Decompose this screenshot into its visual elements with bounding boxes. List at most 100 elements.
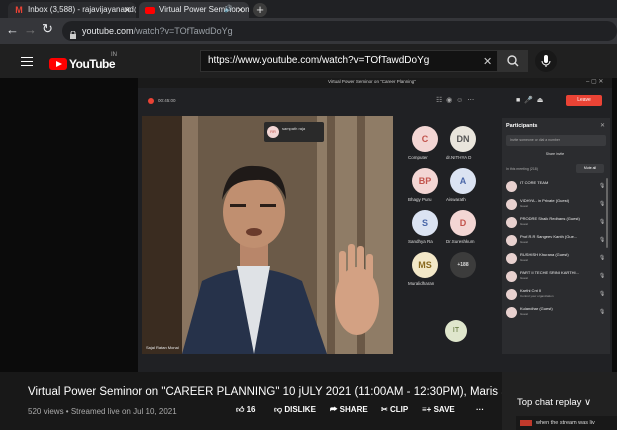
tile-name: Muralidharan (408, 281, 435, 286)
panel-scrollbar[interactable] (606, 178, 608, 248)
clip-button[interactable]: ✂ CLIP (381, 405, 408, 414)
youtube-icon (145, 5, 155, 15)
forward-icon[interactable]: → (24, 22, 37, 37)
voice-search-button[interactable] (535, 50, 557, 72)
tab-gmail[interactable]: M Inbox (3,588) - rajavijayanand@g ✕ (8, 2, 136, 18)
mic-icon: 🎙 (599, 273, 606, 279)
like-button[interactable]: 👍︎ 16 (236, 405, 256, 415)
more-actions-button[interactable]: ··· (476, 405, 484, 414)
share-icon: ⮫ (330, 405, 340, 414)
participant-row[interactable]: VIDHYA - in Private (Guest) Guest 🎙 (502, 196, 610, 212)
mic-icon: 🎙 (599, 183, 606, 189)
youtube-header: YouTube IN https://www.youtube.com/watch… (0, 44, 617, 78)
participant-row[interactable]: PART II TECHE SRINI KARTHI... Guest 🎙 (502, 268, 610, 284)
share-button[interactable]: ⮫ SHARE (330, 405, 368, 415)
meeting-toolbar-icons[interactable]: ☷ ◉ ☺ ⋯ (436, 96, 474, 104)
avatar (506, 235, 517, 246)
tile-name: Bhagy Puru (408, 197, 432, 202)
media-controls[interactable]: ■ 🎤 ⏏ (516, 96, 543, 104)
leave-button[interactable]: Leave (566, 95, 602, 106)
chat-mode-selector[interactable]: Top chat replay ∨ (517, 397, 591, 408)
invite-search-input[interactable]: Invite someone or dial a number (506, 135, 606, 146)
speaker-scene (142, 116, 393, 354)
url-text[interactable]: youtube.com/watch?v=TOfTawdDoYg (82, 21, 233, 41)
participant-tile-2[interactable]: BP (412, 168, 438, 194)
tab-youtube[interactable]: Virtual Power Seminor on "C 🔊 ✕ (139, 2, 249, 18)
avatar (506, 199, 517, 210)
tile-name: Sandhya Ra (408, 239, 433, 244)
participant-row[interactable]: Karthi Cnt II Control your organization 🎙 (502, 286, 610, 302)
tile-name: Aiswarath (446, 197, 466, 202)
clear-search-icon[interactable]: ✕ (483, 55, 492, 68)
avatar (506, 271, 517, 282)
video-player[interactable]: Virtual Power Seminor on "Career Plannin… (0, 78, 617, 372)
participant-tile-6[interactable]: MS (412, 252, 438, 278)
participant-tile-3[interactable]: A (450, 168, 476, 194)
share-invite-button[interactable]: Share invite (532, 150, 578, 159)
participant-tile-5[interactable]: D (450, 210, 476, 236)
video-title: Virtual Power Seminor on "CAREER PLANNIN… (28, 386, 576, 398)
url-host: youtube.com (82, 26, 134, 36)
recording-icon (148, 98, 154, 104)
participant-tile-1[interactable]: DN (450, 126, 476, 152)
window-controls[interactable]: – ▢ ✕ (586, 78, 603, 85)
mic-icon: 🎙 (599, 219, 606, 225)
avatar (506, 181, 517, 192)
participant-tile-4[interactable]: S (412, 210, 438, 236)
dislike-button[interactable]: 👎︎ DISLIKE (274, 405, 316, 415)
search-input[interactable]: https://www.youtube.com/watch?v=TOfTawdD… (208, 51, 429, 71)
participant-row[interactable]: Kulandhar (Guest) Guest 🎙 (502, 304, 610, 320)
invite-search-placeholder: Invite someone or dial a number (510, 138, 560, 142)
tile-name: Computer (408, 155, 428, 160)
chat-message: when the stream was liv (516, 416, 617, 430)
mute-all-button[interactable]: Mute all (576, 164, 604, 173)
tile-name: dr.NITHYA D (446, 155, 472, 160)
chat-replay: Top chat replay ∨ when the stream was li… (502, 372, 617, 430)
playlist-add-icon: ≡+ (422, 405, 434, 414)
speaker-video: RR sampath raja Sajal Ratan Monal (142, 116, 393, 354)
tab-strip: M Inbox (3,588) - rajavijayanand@g ✕ Vir… (0, 0, 617, 18)
menu-icon[interactable] (21, 54, 33, 69)
avatar (506, 307, 517, 318)
url-path: /watch?v=TOfTawdDoYg (133, 26, 233, 36)
gmail-icon: M (15, 5, 23, 15)
youtube-wordmark: YouTube (69, 56, 116, 71)
avatar (506, 253, 517, 264)
address-bar[interactable]: youtube.com/watch?v=TOfTawdDoYg (62, 21, 617, 41)
youtube-logo[interactable]: YouTube IN (49, 52, 117, 73)
close-panel-icon[interactable]: ✕ (600, 122, 605, 129)
new-tab-button[interactable]: + (253, 3, 267, 17)
tab-label: Inbox (3,588) - rajavijayanand@g (28, 5, 136, 14)
meeting-window-title: Virtual Power Seminor on "Career Plannin… (328, 79, 416, 84)
reload-icon[interactable]: ↻ (42, 21, 53, 37)
panel-title: Participants (506, 123, 538, 129)
speaker-name: Sajal Ratan Monal (146, 345, 179, 350)
search-box[interactable]: https://www.youtube.com/watch?v=TOfTawdD… (200, 50, 498, 72)
participant-row[interactable]: PRODRE Shaik Redhans (Guest) Guest 🎙 (502, 214, 610, 230)
back-icon[interactable]: ← (6, 22, 19, 37)
participant-tile-overflow[interactable]: +188 (450, 252, 476, 278)
pinned-participant: RR sampath raja (264, 122, 324, 142)
in-meeting-count: In this meeting (218) (506, 167, 538, 171)
country-code: IN (111, 52, 117, 58)
mic-icon: 🎙 (599, 201, 606, 207)
video-info: Virtual Power Seminor on "CAREER PLANNIN… (0, 372, 617, 430)
avatar: RR (267, 126, 279, 138)
audio-icon[interactable]: 🔊 (224, 2, 233, 18)
chevron-down-icon: ∨ (584, 397, 592, 408)
meeting-window: Virtual Power Seminor on "Career Plannin… (138, 78, 612, 372)
meeting-titlebar: Virtual Power Seminor on "Career Plannin… (138, 78, 612, 88)
mic-icon: 🎙 (599, 255, 606, 261)
participants-panel: Participants ✕ Invite someone or dial a … (502, 118, 610, 354)
participant-row[interactable]: Prof.R.R Sangeev Kanth (Gue... Guest 🎙 (502, 232, 610, 248)
video-meta: 520 views • Streamed live on Jul 10, 202… (28, 407, 177, 416)
participant-row[interactable]: IT CORE TEAM 🎙 (502, 178, 610, 194)
participant-grid: C DN BP A S D MS +188 Computer dr.NITHYA… (400, 116, 500, 354)
participant-row[interactable]: RUSHISH Khurana (Guest) Guest 🎙 (502, 250, 610, 266)
search-button[interactable] (498, 50, 528, 72)
close-tab-icon[interactable]: ✕ (123, 2, 131, 18)
participant-tile-0[interactable]: C (412, 126, 438, 152)
save-button[interactable]: ≡+ SAVE (422, 405, 455, 414)
self-view-avatar: IT (445, 320, 467, 342)
close-tab-icon[interactable]: ✕ (236, 2, 244, 18)
